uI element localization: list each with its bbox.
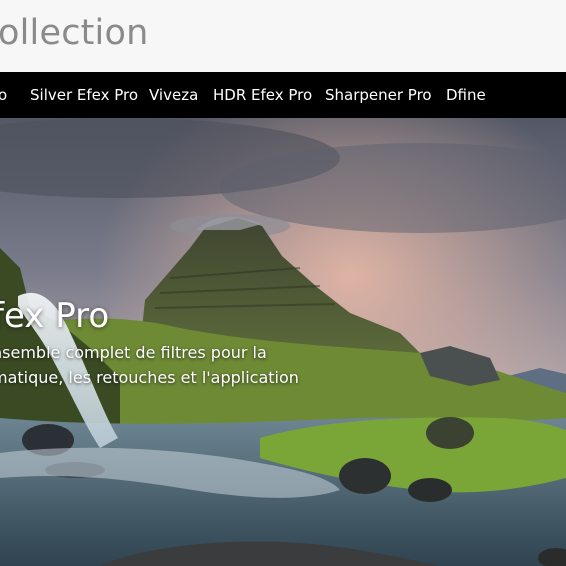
nav-item-sharpener-pro[interactable]: Sharpener Pro	[325, 86, 432, 104]
page-title: ollection	[0, 13, 149, 53]
hero-description-line-2: matique, les retouches et l'application	[0, 368, 299, 387]
nav-item-partial[interactable]: o	[0, 86, 7, 104]
main-navigation: o Silver Efex Pro Viveza HDR Efex Pro Sh…	[0, 72, 566, 118]
hero-banner: fex Pro nsemble complet de filtres pour …	[0, 118, 566, 566]
nav-item-silver-efex-pro[interactable]: Silver Efex Pro	[30, 86, 138, 104]
site-header: ollection	[0, 0, 566, 72]
hero-landscape-image	[0, 118, 566, 566]
hero-title: fex Pro	[0, 296, 110, 336]
nav-item-hdr-efex-pro[interactable]: HDR Efex Pro	[213, 86, 312, 104]
nav-item-viveza[interactable]: Viveza	[149, 86, 198, 104]
nav-item-dfine[interactable]: Dfine	[446, 86, 486, 104]
hero-description-line-1: nsemble complet de filtres pour la	[0, 343, 267, 362]
